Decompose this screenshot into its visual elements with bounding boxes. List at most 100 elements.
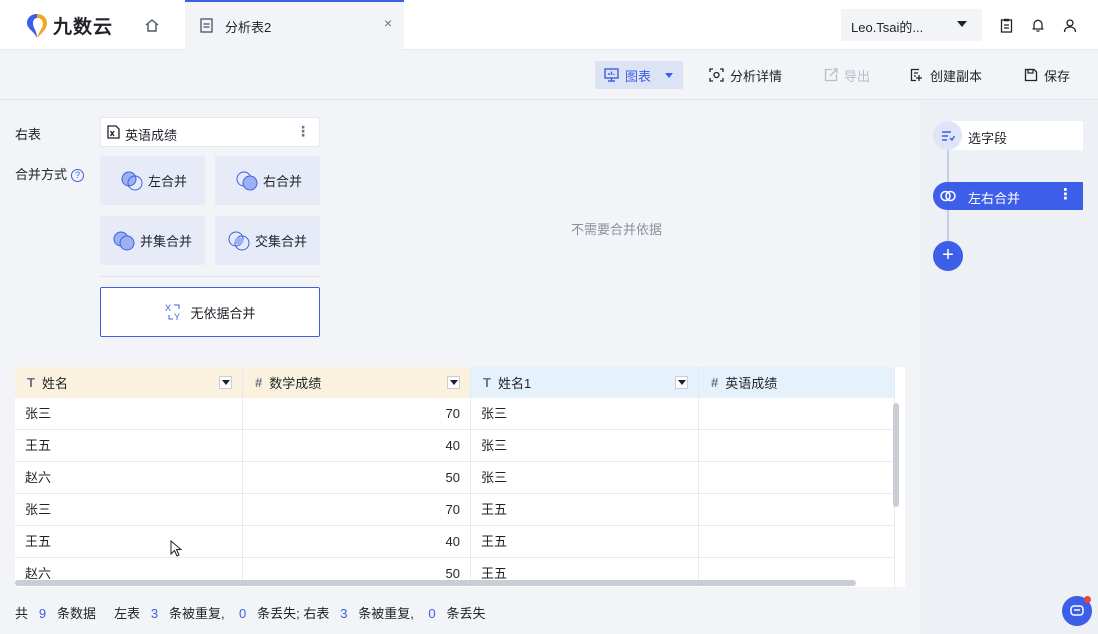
- chat-icon: [1070, 605, 1084, 616]
- stat-left-dup[interactable]: 3: [151, 606, 158, 621]
- table-cell[interactable]: [699, 494, 895, 526]
- table-cell[interactable]: [699, 462, 895, 494]
- table-cell[interactable]: 张三: [471, 430, 699, 462]
- table-cell[interactable]: 70: [243, 398, 471, 430]
- document-icon: [200, 18, 213, 33]
- right-merge-label: 右合并: [263, 174, 303, 189]
- table-cell[interactable]: 张三: [471, 398, 699, 430]
- right-merge-option[interactable]: 右合并: [215, 156, 320, 205]
- intersect-merge-icon: [228, 231, 250, 250]
- home-button[interactable]: [140, 14, 164, 36]
- table-cell[interactable]: 40: [243, 526, 471, 558]
- column-header-label: 姓名1: [497, 376, 532, 391]
- stat-left-lost: 0: [239, 606, 247, 621]
- clipboard-button[interactable]: [996, 15, 1016, 35]
- copy-icon: [910, 68, 922, 82]
- tab-analysis-table-2[interactable]: 分析表2 ×: [185, 0, 404, 50]
- horizontal-scrollbar[interactable]: [15, 580, 856, 586]
- table-row: 张三 70 张三: [15, 398, 895, 430]
- logo-text: 九数云: [53, 17, 114, 38]
- scan-icon: [709, 68, 724, 82]
- column-menu-caret-icon[interactable]: [219, 376, 232, 389]
- column-header-label: 数学成绩: [269, 376, 322, 391]
- table-cell[interactable]: 赵六: [15, 462, 243, 494]
- table-header: T 姓名 # 数学成绩 T 姓名1 # 英语成绩: [15, 367, 895, 398]
- export-button[interactable]: 导出: [824, 61, 870, 89]
- svg-text:Y: Y: [174, 312, 180, 322]
- table-row: 张三 70 王五: [15, 494, 895, 526]
- union-merge-option[interactable]: 并集合并: [100, 216, 205, 265]
- table-cell[interactable]: 70: [243, 494, 471, 526]
- table-cell[interactable]: [699, 526, 895, 558]
- table-cell[interactable]: 50: [243, 462, 471, 494]
- stat-text: 条丢失: [446, 606, 486, 621]
- table-cell[interactable]: 王五: [471, 494, 699, 526]
- left-merge-label: 左合并: [148, 174, 188, 189]
- notification-button[interactable]: [1028, 15, 1048, 35]
- table-row: 王五 40 王五: [15, 526, 895, 558]
- excel-file-icon: [107, 125, 120, 139]
- stat-text: 共: [15, 606, 29, 621]
- column-header-label: 英语成绩: [725, 376, 778, 391]
- more-vertical-icon[interactable]: ⋮: [296, 123, 310, 140]
- export-label: 导出: [844, 68, 871, 84]
- table-cell[interactable]: 王五: [471, 526, 699, 558]
- add-step-button[interactable]: +: [933, 241, 963, 271]
- column-header-name1[interactable]: T 姓名1: [471, 367, 699, 398]
- vertical-scrollbar[interactable]: [893, 403, 899, 507]
- stat-text: 条丢失;: [257, 606, 300, 621]
- result-table: T 姓名 # 数学成绩 T 姓名1 # 英语成绩 张三 70 张三 王五 40 …: [15, 367, 905, 587]
- step-flow-panel: 选字段 左右合并 ⋮ +: [920, 101, 1098, 634]
- stat-text: 条被重复,: [358, 606, 414, 621]
- user-icon: [1063, 18, 1077, 32]
- user-dropdown[interactable]: Leo.Tsai的...: [841, 9, 982, 41]
- more-vertical-icon[interactable]: ⋮: [1058, 185, 1073, 203]
- table-cell[interactable]: 张三: [471, 462, 699, 494]
- chart-button[interactable]: 图表: [595, 61, 683, 89]
- number-type-icon: #: [255, 375, 263, 390]
- column-menu-caret-icon[interactable]: [675, 376, 688, 389]
- table-cell[interactable]: 张三: [15, 494, 243, 526]
- left-merge-option[interactable]: 左合并: [100, 156, 205, 205]
- save-button[interactable]: 保存: [1024, 61, 1070, 89]
- column-header-math-score[interactable]: # 数学成绩: [243, 367, 471, 398]
- intersect-merge-option[interactable]: 交集合并: [215, 216, 320, 265]
- toolbar: 图表 分析详情 导出 创建副本 保存: [0, 50, 1098, 100]
- table-row: 赵六 50 张三: [15, 462, 895, 494]
- table-cell[interactable]: 王五: [15, 526, 243, 558]
- merge-config-panel: 右表 英语成绩 ⋮ 合并方式? 左合并 右合并 并集合并 交集合并 XY 无依据…: [0, 101, 920, 351]
- column-header-name[interactable]: T 姓名: [15, 367, 243, 398]
- stat-right-lost: 0: [428, 606, 436, 621]
- right-table-select[interactable]: 英语成绩 ⋮: [100, 117, 320, 147]
- mouse-cursor-icon: [170, 540, 182, 557]
- no-reference-merge-button[interactable]: XY 无依据合并: [100, 287, 320, 337]
- no-reference-merge-label: 无依据合并: [190, 305, 256, 321]
- analysis-detail-button[interactable]: 分析详情: [709, 61, 782, 89]
- column-header-english-score[interactable]: # 英语成绩: [699, 367, 895, 398]
- column-header-label: 姓名: [41, 376, 68, 391]
- step-select-fields-label: 选字段: [968, 131, 1008, 146]
- stat-right-dup[interactable]: 3: [340, 606, 347, 621]
- close-icon[interactable]: ×: [384, 15, 392, 31]
- caret-down-icon: [957, 21, 967, 27]
- user-name: Leo.Tsai的...: [851, 20, 924, 35]
- stat-text: 条被重复,: [168, 606, 225, 621]
- help-icon[interactable]: ?: [71, 169, 85, 182]
- table-cell[interactable]: 王五: [15, 430, 243, 462]
- merge-mode-text: 合并方式: [15, 167, 68, 182]
- save-icon: [1024, 68, 1038, 82]
- table-cell[interactable]: [699, 398, 895, 430]
- create-copy-button[interactable]: 创建副本: [910, 61, 982, 89]
- table-cell[interactable]: [699, 430, 895, 462]
- step-select-fields[interactable]: 选字段: [933, 121, 1083, 150]
- export-icon: [824, 68, 838, 82]
- app-logo[interactable]: 九数云: [26, 12, 113, 39]
- column-menu-caret-icon[interactable]: [447, 376, 460, 389]
- stat-text: 条数据: [56, 606, 96, 621]
- intersect-merge-label: 交集合并: [255, 234, 308, 249]
- step-left-right-merge[interactable]: 左右合并 ⋮: [933, 182, 1083, 210]
- profile-button[interactable]: [1060, 15, 1080, 35]
- table-cell[interactable]: 40: [243, 430, 471, 462]
- table-cell[interactable]: 张三: [15, 398, 243, 430]
- support-chat-button[interactable]: [1062, 596, 1092, 626]
